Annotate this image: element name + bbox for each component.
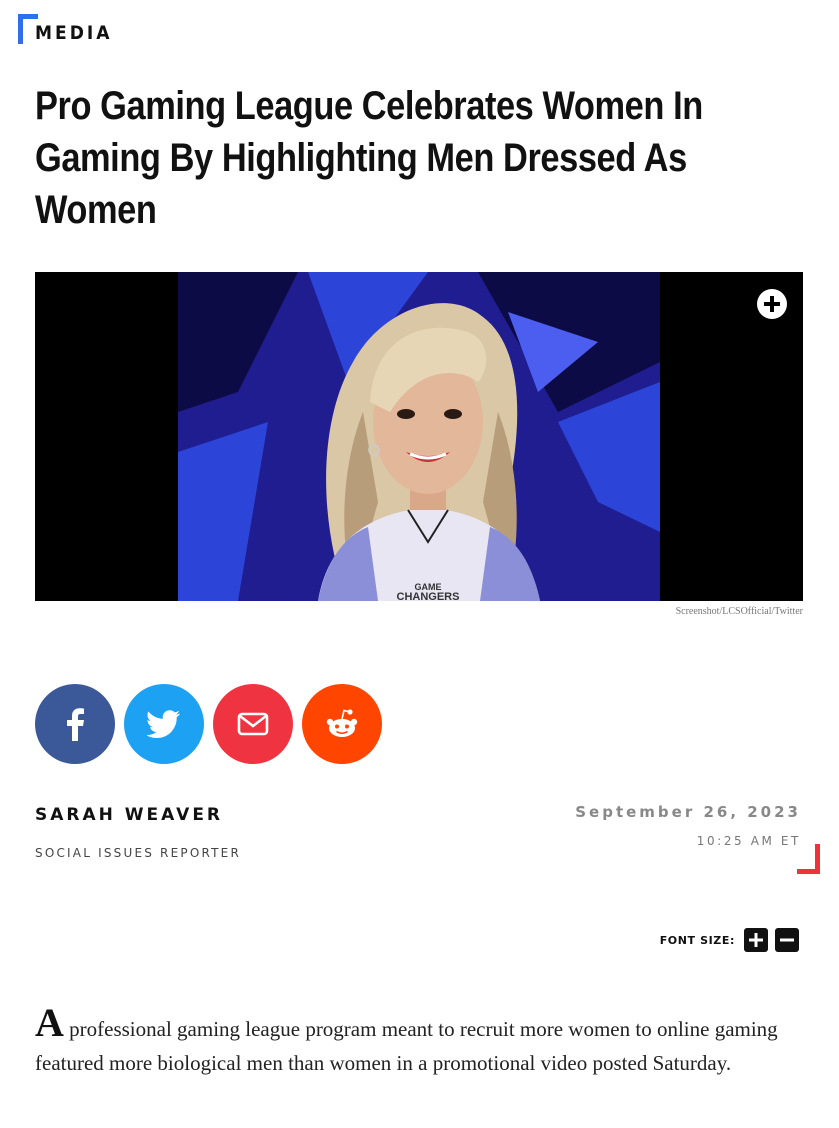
plus-circle-icon [764, 296, 780, 312]
plus-icon [749, 933, 763, 947]
category-corner-accent [18, 14, 38, 44]
hero-media[interactable]: GAME CHANGERS [35, 272, 803, 601]
email-share-button[interactable] [213, 684, 293, 764]
svg-text:CHANGERS: CHANGERS [397, 591, 460, 601]
font-size-controls: FONT SIZE: [660, 928, 799, 952]
date-corner-accent [797, 844, 820, 874]
increase-font-button[interactable] [744, 928, 768, 952]
minus-icon [780, 938, 794, 942]
reddit-share-button[interactable] [302, 684, 382, 764]
drop-cap: A [35, 1000, 64, 1045]
facebook-share-button[interactable] [35, 684, 115, 764]
twitter-share-button[interactable] [124, 684, 204, 764]
article-paragraph: A professional gaming league program mea… [35, 1003, 803, 1080]
hero-image: GAME CHANGERS [178, 272, 660, 601]
twitter-icon [147, 710, 180, 738]
category-label[interactable]: MEDIA [35, 24, 112, 43]
paragraph-text: professional gaming league program meant… [35, 1017, 778, 1075]
reddit-icon [326, 709, 358, 737]
author-name[interactable]: SARAH WEAVER [35, 805, 223, 825]
decrease-font-button[interactable] [775, 928, 799, 952]
publish-time: 10:25 AM ET [696, 834, 801, 848]
image-credit: Screenshot/LCSOfficial/Twitter [675, 606, 803, 617]
share-bar [35, 684, 382, 764]
font-size-label: FONT SIZE: [659, 933, 735, 947]
expand-image-button[interactable] [757, 289, 787, 319]
facebook-icon [67, 708, 84, 741]
publish-date: September 26, 2023 [575, 803, 801, 821]
author-role: SOCIAL ISSUES REPORTER [35, 846, 241, 860]
article-headline: Pro Gaming League Celebrates Women In Ga… [35, 84, 703, 232]
mail-icon [237, 712, 269, 736]
category-tag[interactable]: MEDIA [18, 14, 112, 44]
